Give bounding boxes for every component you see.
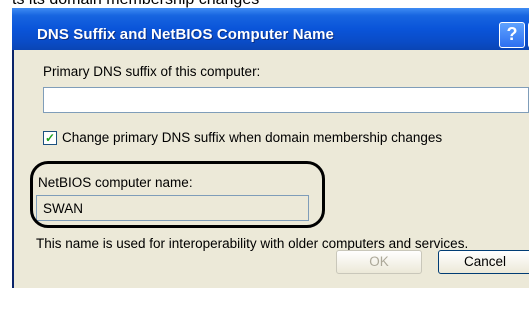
help-icon: ? — [506, 24, 518, 44]
primary-dns-label: Primary DNS suffix of this computer: — [43, 64, 261, 79]
info-text: This name is used for interoperability w… — [36, 236, 469, 251]
help-button[interactable]: ? — [499, 22, 525, 48]
checkmark-icon: ✓ — [44, 131, 56, 145]
title-bar[interactable]: DNS Suffix and NetBIOS Computer Name ? X — [12, 8, 529, 50]
change-suffix-label[interactable]: Change primary DNS suffix when domain me… — [62, 130, 442, 145]
cropped-background-text: ts its domain membership changes — [0, 0, 529, 8]
highlight-callout — [30, 161, 325, 228]
primary-dns-input[interactable] — [44, 88, 528, 112]
dialog-title: DNS Suffix and NetBIOS Computer Name — [37, 26, 334, 43]
ok-button[interactable]: OK — [336, 250, 422, 274]
cropped-text: ts its domain membership changes — [12, 0, 259, 8]
cancel-button[interactable]: Cancel — [438, 250, 529, 274]
change-suffix-checkbox[interactable]: ✓ — [43, 131, 57, 145]
primary-dns-field[interactable] — [43, 87, 529, 113]
